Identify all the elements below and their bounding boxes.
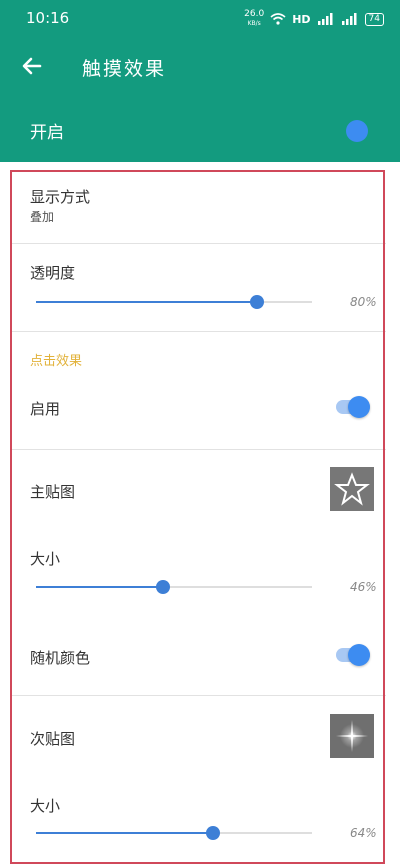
- signal-icon-2: [341, 13, 357, 25]
- battery-icon: 74: [364, 12, 384, 26]
- main-size-label: 大小: [30, 550, 61, 568]
- slider-knob[interactable]: [249, 295, 264, 309]
- slider-fill: [36, 832, 213, 834]
- page-title: 触摸效果: [82, 58, 167, 80]
- enable-label: 启用: [30, 400, 61, 418]
- secondary-sticker-preview[interactable]: [330, 714, 374, 758]
- divider: [12, 331, 386, 332]
- hd-icon: HD: [292, 12, 311, 26]
- app-bar: 触摸效果 开启: [0, 36, 400, 162]
- display-mode-value: 叠加: [30, 210, 55, 224]
- network-speed: 26.0 KB/s: [244, 10, 264, 28]
- slider-fill: [36, 301, 257, 303]
- network-speed-unit: KB/s: [247, 20, 261, 27]
- secondary-size-value: 64%: [350, 826, 377, 840]
- opacity-label: 透明度: [30, 264, 76, 282]
- master-enable-label: 开启: [30, 123, 64, 143]
- toggle-thumb: [348, 396, 370, 418]
- status-icons: 26.0 KB/s HD 74: [244, 10, 384, 28]
- random-color-label: 随机颜色: [30, 649, 91, 667]
- slider-knob[interactable]: [155, 580, 170, 594]
- divider: [12, 695, 386, 696]
- opacity-value: 80%: [350, 295, 377, 309]
- display-mode-label[interactable]: 显示方式: [30, 186, 90, 207]
- main-sticker-preview[interactable]: [330, 467, 374, 511]
- click-effect-section-title: 点击效果: [30, 354, 83, 369]
- status-time: 10:16: [26, 9, 70, 27]
- enable-toggle[interactable]: [334, 395, 374, 419]
- master-enable-switch[interactable]: [334, 118, 374, 142]
- wifi-icon: [270, 13, 286, 25]
- network-speed-value: 26.0: [244, 9, 265, 19]
- main-size-value: 46%: [350, 580, 377, 594]
- sparkle-icon: [336, 720, 368, 752]
- status-bar: 10:16 26.0 KB/s HD 74: [0, 0, 400, 36]
- opacity-slider[interactable]: [36, 292, 312, 312]
- divider: [12, 243, 386, 244]
- main-size-slider[interactable]: [36, 577, 312, 597]
- slider-fill: [36, 586, 163, 588]
- divider: [12, 449, 386, 450]
- slider-knob[interactable]: [205, 826, 220, 840]
- toggle-thumb: [348, 644, 370, 666]
- random-color-toggle[interactable]: [334, 643, 374, 667]
- secondary-sticker-label: 次贴图: [30, 730, 76, 748]
- back-arrow-icon[interactable]: [18, 52, 46, 80]
- star-icon: [334, 472, 370, 506]
- secondary-size-slider[interactable]: [36, 823, 312, 843]
- main-sticker-label: 主贴图: [30, 483, 76, 501]
- signal-icon-1: [317, 13, 333, 25]
- secondary-size-label: 大小: [30, 797, 61, 815]
- master-switch-thumb: [346, 120, 368, 142]
